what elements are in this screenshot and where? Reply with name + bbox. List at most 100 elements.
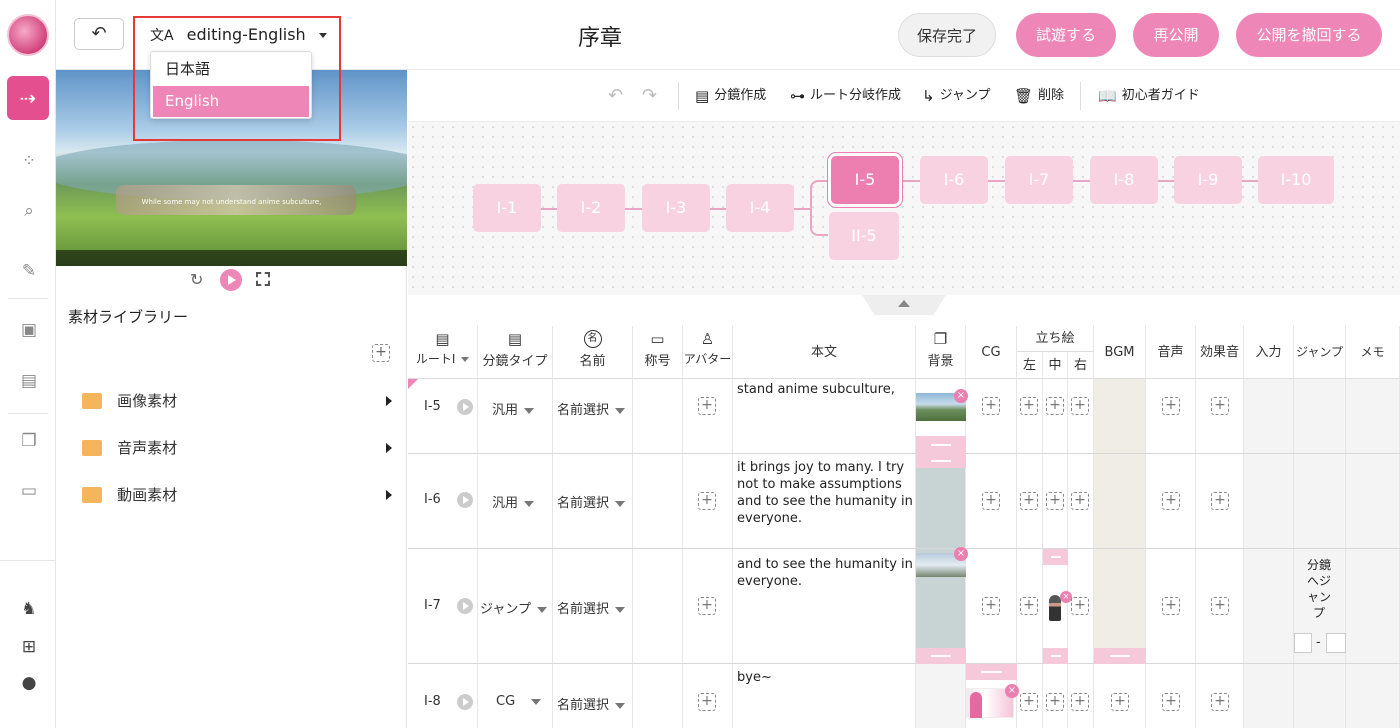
flow-node[interactable]: I-3 (642, 184, 710, 232)
add-standing-center-button[interactable]: + (1046, 492, 1064, 510)
flow-node[interactable]: I-8 (1090, 156, 1158, 204)
type-dropdown[interactable]: ジャンプ (480, 598, 547, 617)
cell-memo[interactable] (1346, 549, 1400, 663)
duration-bar[interactable] (916, 648, 966, 664)
duration-bar[interactable] (1094, 648, 1146, 664)
play-circle-icon[interactable] (457, 694, 473, 710)
add-avatar-button[interactable]: + (698, 597, 716, 615)
document-edit-icon[interactable]: ✎ (18, 260, 40, 282)
add-standing-left-button[interactable]: + (1020, 492, 1038, 510)
folder-item-audio[interactable]: 音声素材 (82, 437, 392, 463)
cell-memo[interactable] (1346, 454, 1400, 548)
flow-node[interactable]: I-9 (1174, 156, 1242, 204)
name-dropdown[interactable]: 名前選択 (557, 694, 626, 713)
table-row[interactable]: I-7 ジャンプ 名前選択 + and to see the humanity … (408, 547, 1400, 664)
add-standing-right-button[interactable]: + (1071, 492, 1089, 510)
add-avatar-button[interactable]: + (698, 397, 716, 415)
jump-from-input[interactable] (1294, 633, 1312, 653)
flow-node[interactable]: I-6 (920, 156, 988, 204)
add-standing-right-button[interactable]: + (1071, 397, 1089, 415)
delete-button[interactable]: 🗑 削除 (1014, 70, 1064, 122)
duration-bar[interactable] (966, 664, 1017, 680)
add-se-button[interactable]: + (1211, 397, 1229, 415)
back-button[interactable]: ↶ (74, 18, 124, 50)
table-row[interactable]: I-5 汎用 名前選択 + stand anime subculture, × … (408, 379, 1400, 454)
name-dropdown[interactable]: 名前選択 (557, 492, 626, 511)
jump-button[interactable]: ↳ ジャンプ (922, 70, 991, 122)
table-row[interactable]: I-8 CG 名前選択 + bye~ × + + + + + + (408, 664, 1400, 728)
flow-node[interactable]: I-10 (1258, 156, 1334, 204)
add-standing-center-button[interactable]: + (1046, 693, 1064, 711)
book-icon[interactable]: ❐ (18, 430, 40, 452)
add-standing-left-button[interactable]: + (1020, 397, 1038, 415)
save-complete-button[interactable]: 保存完了 (898, 13, 996, 57)
flow-node[interactable]: I-7 (1005, 156, 1073, 204)
flow-node[interactable]: I-1 (473, 184, 541, 232)
unpublish-button[interactable]: 公開を撤回する (1236, 13, 1382, 57)
collapse-handle[interactable] (862, 295, 946, 315)
cell-body[interactable]: it brings joy to many. I try not to make… (733, 454, 916, 548)
play-circle-icon[interactable] (457, 492, 473, 508)
duration-bar[interactable] (1043, 549, 1068, 565)
body-text[interactable]: bye~ (737, 669, 913, 686)
folder-item-video[interactable]: 動画素材 (82, 484, 392, 510)
undo-button[interactable]: ↶ (608, 70, 623, 122)
add-standing-right-button[interactable]: + (1071, 597, 1089, 615)
add-folder-button[interactable]: + (372, 344, 390, 362)
add-se-button[interactable]: + (1211, 492, 1229, 510)
reload-icon[interactable]: ↻ (190, 270, 203, 289)
add-voice-button[interactable]: + (1162, 492, 1180, 510)
windows-icon[interactable]: ⊞ (18, 636, 40, 658)
add-avatar-button[interactable]: + (698, 693, 716, 711)
add-bgm-button[interactable]: + (1111, 693, 1129, 711)
folder-icon[interactable]: ▤ (18, 370, 40, 392)
header-route[interactable]: ▤ ルートⅠ (408, 326, 478, 379)
fullscreen-icon[interactable] (256, 272, 270, 286)
jump-to-input[interactable] (1326, 633, 1346, 653)
play-circle-icon[interactable] (457, 598, 473, 614)
chat-icon[interactable]: ▭ (18, 480, 40, 502)
character-sprite[interactable] (1049, 595, 1061, 621)
duration-bar[interactable] (916, 436, 966, 454)
search-icon[interactable]: ⌕ (18, 200, 40, 222)
add-standing-left-button[interactable]: + (1020, 597, 1038, 615)
add-standing-right-button[interactable]: + (1071, 693, 1089, 711)
add-voice-button[interactable]: + (1162, 597, 1180, 615)
flow-node-active[interactable]: I-5 (831, 156, 899, 204)
add-cg-button[interactable]: + (982, 397, 1000, 415)
folder-item-images[interactable]: 画像素材 (82, 390, 392, 416)
add-avatar-button[interactable]: + (698, 492, 716, 510)
editor-nav-button[interactable]: ⇢ (7, 76, 49, 120)
beginner-guide-button[interactable]: 📖 初心者ガイド (1098, 70, 1200, 122)
add-se-button[interactable]: + (1211, 597, 1229, 615)
cell-memo[interactable] (1346, 379, 1400, 453)
body-text[interactable]: it brings joy to many. I try not to make… (737, 459, 913, 527)
flow-node-branch[interactable]: II-5 (829, 212, 899, 260)
add-standing-center-button[interactable]: + (1046, 397, 1064, 415)
trial-play-button[interactable]: 試遊する (1016, 13, 1116, 57)
add-standing-left-button[interactable]: + (1020, 693, 1038, 711)
add-cg-button[interactable]: + (982, 492, 1000, 510)
add-cg-button[interactable]: + (982, 597, 1000, 615)
name-dropdown[interactable]: 名前選択 (557, 598, 626, 617)
name-dropdown[interactable]: 名前選択 (557, 399, 626, 418)
cell-body[interactable]: bye~ (733, 664, 916, 728)
table-row[interactable]: I-6 汎用 名前選択 + it brings joy to many. I t… (408, 454, 1400, 549)
grid-icon[interactable]: ⁘ (18, 150, 40, 172)
type-dropdown[interactable]: 汎用 (492, 399, 535, 418)
play-circle-icon[interactable] (457, 399, 473, 415)
type-dropdown[interactable]: CG (496, 694, 542, 709)
app-logo[interactable] (7, 14, 49, 56)
duration-bar[interactable] (1043, 648, 1068, 664)
linux-icon[interactable]: ♞ (18, 598, 40, 620)
apple-icon[interactable]: ● (18, 672, 40, 694)
cell-memo[interactable] (1346, 664, 1400, 728)
type-dropdown[interactable]: 汎用 (492, 492, 535, 511)
republish-button[interactable]: 再公開 (1133, 13, 1219, 57)
add-voice-button[interactable]: + (1162, 397, 1180, 415)
body-text[interactable]: stand anime subculture, (737, 381, 913, 398)
add-se-button[interactable]: + (1211, 693, 1229, 711)
storyboard-create-button[interactable]: ▤ 分鏡作成 (695, 70, 766, 122)
folder-settings-icon[interactable]: ▣ (18, 319, 40, 341)
duration-bar[interactable] (916, 454, 966, 468)
